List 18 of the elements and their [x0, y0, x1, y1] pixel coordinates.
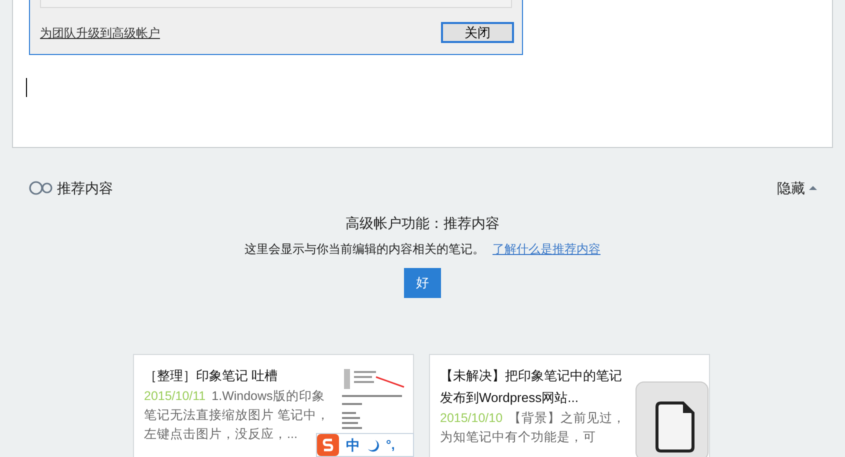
feature-heading: 高级帐户功能：推荐内容 [346, 214, 500, 233]
ok-button[interactable]: 好 [404, 268, 441, 298]
note-snippet: 2015/10/10 【背景】之前见过，为知笔记中有个功能是，可 [440, 410, 627, 446]
note-snippet: 2015/10/11 1.Windows版的印象笔记无法直接缩放图片 笔记中，左键点击图片，没反应，... [144, 388, 330, 443]
description-text: 这里会显示与你当前编辑的内容相关的笔记。 [244, 241, 484, 258]
punctuation-mode[interactable]: °, [386, 435, 395, 455]
moon-icon[interactable] [367, 438, 379, 452]
input-mode[interactable]: 中 [346, 434, 360, 456]
upgrade-link[interactable]: 为团队升级到高级帐户 [40, 24, 160, 42]
recommend-icon [29, 181, 53, 195]
hide-toggle[interactable]: 隐藏 [777, 178, 817, 198]
close-button[interactable]: 关闭 [441, 22, 514, 43]
note-title: 【未解决】把印象笔记中的笔记发布到Wordpress网站... [440, 367, 623, 407]
learn-more-link[interactable]: 了解什么是推荐内容 [492, 240, 600, 258]
note-title: ［整理］印象笔记 吐槽 [144, 367, 279, 385]
text-cursor [26, 78, 27, 97]
note-card[interactable]: 【未解决】把印象笔记中的笔记发布到Wordpress网站... 2015/10/10 【背景】之前见过，为知笔记中有个功能是，可 [429, 354, 710, 457]
section-title: 推荐内容 [57, 178, 113, 198]
